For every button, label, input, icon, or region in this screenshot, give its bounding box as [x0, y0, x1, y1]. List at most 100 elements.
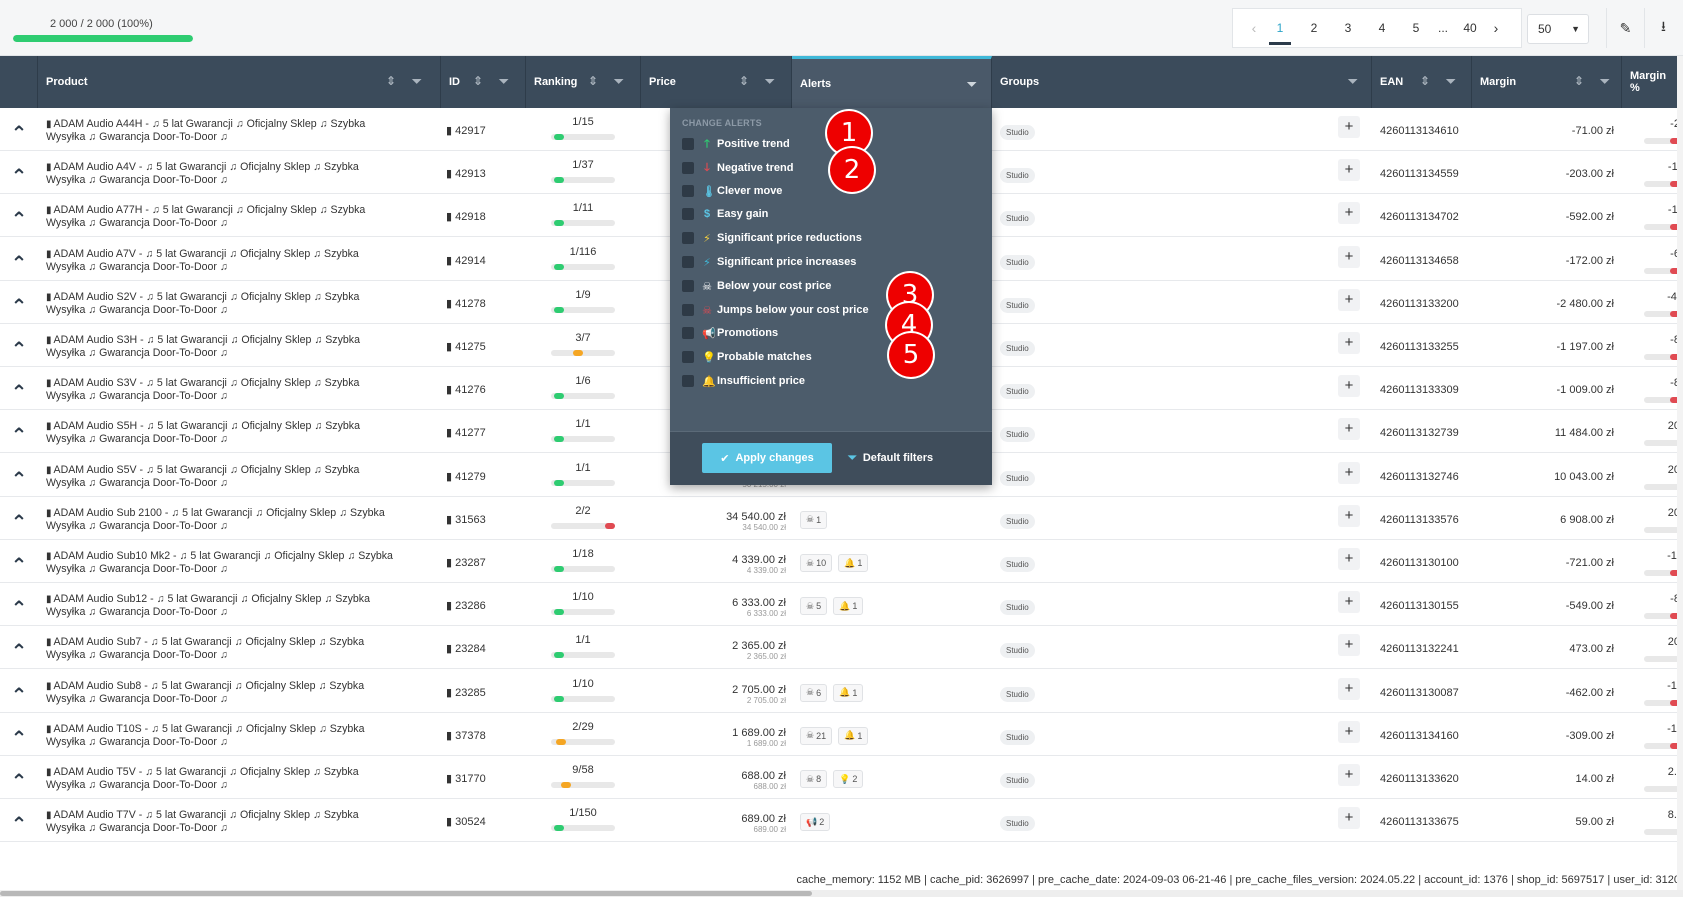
group-tag[interactable]: Studio	[1000, 643, 1035, 659]
pagination-prev[interactable]: ‹	[1245, 8, 1263, 48]
add-group-button[interactable]: +	[1338, 245, 1360, 268]
alert-option[interactable]: 🡓 Negative trend	[682, 158, 793, 178]
group-tag[interactable]: Studio	[1000, 384, 1035, 400]
expand-row-button[interactable]: ⌃	[0, 108, 38, 154]
pagination-next[interactable]: ›	[1487, 8, 1505, 48]
product-cell[interactable]: ▮ ADAM Audio A77H - ♫ 5 lat Gwarancji ♫ O…	[46, 194, 436, 240]
add-group-button[interactable]: +	[1338, 202, 1360, 225]
download-button[interactable]: ⭳	[1644, 8, 1682, 48]
copy-icon[interactable]: ▮	[446, 384, 455, 396]
copy-icon[interactable]: ▮	[446, 773, 455, 785]
group-tag[interactable]: Studio	[1000, 427, 1035, 443]
apply-changes-button[interactable]: ✔ Apply changes	[702, 443, 832, 473]
per-page-select[interactable]: 50 ▼	[1527, 14, 1589, 44]
filter-icon[interactable]: ⏷	[1600, 74, 1610, 89]
group-tag[interactable]: Studio	[1000, 600, 1035, 616]
column-margin[interactable]: Margin ⇕ ⏷	[1472, 56, 1622, 108]
copy-icon[interactable]: ▮	[446, 514, 455, 526]
sort-icon[interactable]: ⇕	[1420, 74, 1430, 88]
sort-icon[interactable]: ⇕	[588, 74, 598, 88]
alert-option[interactable]: $ Easy gain	[682, 204, 768, 224]
alert-badge[interactable]: ☠ 6	[800, 683, 828, 702]
add-group-button[interactable]: +	[1338, 461, 1360, 484]
copy-icon[interactable]: ▮	[446, 298, 455, 310]
group-tag[interactable]: Studio	[1000, 816, 1035, 832]
filter-icon[interactable]: ⏷	[967, 77, 977, 92]
expand-row-button[interactable]: ⌃	[0, 410, 38, 456]
copy-icon[interactable]: ▮	[446, 643, 455, 655]
alert-option[interactable]: ☠ Jumps below your cost price	[682, 300, 869, 320]
add-group-button[interactable]: +	[1338, 332, 1360, 354]
add-group-button[interactable]: +	[1338, 418, 1360, 441]
alert-badge[interactable]: ☠ 1	[800, 510, 828, 529]
alert-checkbox[interactable]	[682, 232, 694, 244]
product-cell[interactable]: ▮ ADAM Audio Sub 2100 - ♫ 5 lat Gwarancji…	[46, 497, 436, 543]
alert-checkbox[interactable]	[682, 256, 694, 268]
copy-icon[interactable]: ▮	[446, 168, 455, 180]
pagination-page[interactable]: 4	[1365, 8, 1399, 48]
expand-row-button[interactable]: ⌃	[0, 756, 38, 802]
alert-checkbox[interactable]	[682, 327, 694, 339]
alert-badge[interactable]: 🔔 1	[838, 726, 869, 745]
add-group-button[interactable]: +	[1338, 591, 1360, 614]
sort-icon[interactable]: ⇕	[739, 74, 749, 88]
copy-icon[interactable]: ▮	[446, 341, 455, 353]
copy-icon[interactable]: ▮	[446, 471, 455, 483]
copy-icon[interactable]: ▮	[446, 816, 455, 828]
alert-checkbox[interactable]	[682, 351, 694, 363]
expand-row-button[interactable]: ⌃	[0, 281, 38, 327]
alert-checkbox[interactable]	[682, 185, 694, 197]
product-cell[interactable]: ▮ ADAM Audio A44H - ♫ 5 lat Gwarancji ♫ O…	[46, 108, 436, 154]
column-ranking[interactable]: Ranking ⇕ ⏷	[526, 56, 641, 108]
filter-icon[interactable]: ⏷	[1348, 74, 1358, 89]
filter-icon[interactable]: ⏷	[499, 74, 509, 89]
copy-icon[interactable]: ▮	[446, 730, 455, 742]
add-group-button[interactable]: +	[1338, 375, 1360, 398]
horizontal-scrollbar[interactable]	[0, 890, 1683, 897]
product-cell[interactable]: ▮ ADAM Audio S5H - ♫ 5 lat Gwarancji ♫ Of…	[46, 410, 436, 456]
column-id[interactable]: ID ⇕ ⏷	[441, 56, 526, 108]
alert-option[interactable]: ⚡ Significant price increases	[682, 252, 856, 272]
group-tag[interactable]: Studio	[1000, 341, 1035, 356]
copy-icon[interactable]: ▮	[446, 255, 455, 267]
group-tag[interactable]: Studio	[1000, 211, 1035, 227]
add-group-button[interactable]: +	[1338, 764, 1360, 786]
product-cell[interactable]: ▮ ADAM Audio S3V - ♫ 5 lat Gwarancji ♫ Of…	[46, 367, 436, 413]
column-groups[interactable]: Groups ⏷	[992, 56, 1372, 108]
add-group-button[interactable]: +	[1338, 159, 1360, 182]
pagination-page[interactable]: 1	[1263, 8, 1297, 48]
expand-row-button[interactable]: ⌃	[0, 626, 38, 672]
expand-row-button[interactable]: ⌃	[0, 324, 38, 370]
alert-badge[interactable]: ☠ 8	[800, 770, 828, 788]
filter-icon[interactable]: ⏷	[765, 74, 775, 89]
expand-row-button[interactable]: ⌃	[0, 454, 38, 500]
default-filters-button[interactable]: ⏷ Default filters	[848, 443, 933, 473]
expand-row-button[interactable]: ⌃	[0, 367, 38, 413]
product-cell[interactable]: ▮ ADAM Audio Sub12 - ♫ 5 lat Gwarancji ♫ …	[46, 583, 436, 629]
alert-option[interactable]: 📢 Promotions	[682, 323, 778, 343]
group-tag[interactable]: Studio	[1000, 168, 1035, 184]
add-group-button[interactable]: +	[1338, 288, 1360, 311]
expand-row-button[interactable]: ⌃	[0, 151, 38, 197]
alert-option[interactable]: 🔔 Insufficient price	[682, 371, 805, 391]
expand-row-button[interactable]: ⌃	[0, 713, 38, 759]
add-group-button[interactable]: +	[1338, 677, 1360, 700]
product-cell[interactable]: ▮ ADAM Audio T10S - ♫ 5 lat Gwarancji ♫ O…	[46, 713, 436, 759]
column-ean[interactable]: EAN ⇕ ⏷	[1372, 56, 1472, 108]
product-cell[interactable]: ▮ ADAM Audio Sub8 - ♫ 5 lat Gwarancji ♫ O…	[46, 670, 436, 716]
copy-icon[interactable]: ▮	[446, 600, 455, 612]
alert-badge[interactable]: 🔔 1	[838, 554, 869, 572]
product-cell[interactable]: ▮ ADAM Audio Sub7 - ♫ 5 lat Gwarancji ♫ O…	[46, 626, 436, 672]
product-cell[interactable]: ▮ ADAM Audio S3H - ♫ 5 lat Gwarancji ♫ Of…	[46, 324, 436, 370]
copy-icon[interactable]: ▮	[446, 427, 455, 439]
expand-row-button[interactable]: ⌃	[0, 238, 38, 284]
filter-icon[interactable]: ⏷	[614, 74, 624, 89]
alert-checkbox[interactable]	[682, 280, 694, 292]
alert-checkbox[interactable]	[682, 162, 694, 174]
alert-checkbox[interactable]	[682, 375, 694, 387]
copy-icon[interactable]: ▮	[446, 687, 455, 699]
add-group-button[interactable]: +	[1338, 116, 1360, 138]
filter-icon[interactable]: ⏷	[1446, 74, 1456, 89]
group-tag[interactable]: Studio	[1000, 686, 1035, 702]
product-cell[interactable]: ▮ ADAM Audio S2V - ♫ 5 lat Gwarancji ♫ Of…	[46, 281, 436, 327]
